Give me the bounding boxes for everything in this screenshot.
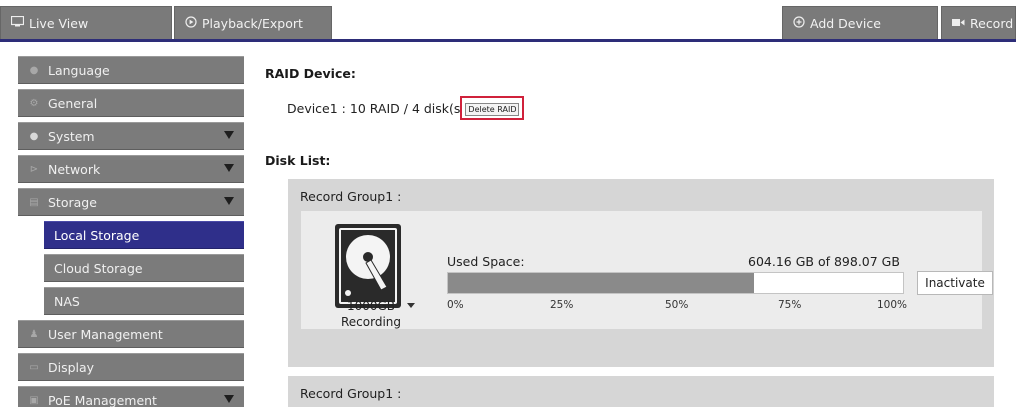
sidebar-item-label: Language	[48, 62, 110, 78]
chevron-down-icon	[224, 395, 234, 403]
sidebar-item-language[interactable]: ● Language	[18, 56, 244, 84]
sidebar-item-label: Network	[48, 161, 101, 177]
playback-export-tab[interactable]: Playback/Export	[174, 6, 332, 40]
sidebar-item-display[interactable]: ▭ Display	[18, 353, 244, 381]
disk-card: 1000GB Recording Used Space: 604.16 GB o…	[301, 211, 993, 330]
tick-label: 0%	[447, 299, 464, 311]
monitor-icon	[10, 15, 25, 30]
play-circle-icon	[185, 15, 197, 31]
sidebar-item-label: System	[48, 128, 95, 144]
delete-raid-highlight: Delete RAID	[460, 96, 525, 120]
toolbar-underline	[0, 39, 1016, 42]
raid-device-info: Device1 : 10 RAID / 4 disk(s	[287, 100, 461, 116]
top-toolbar: Live View Playback/Export Add Device Rec…	[0, 0, 1016, 42]
disk-status: Recording	[340, 315, 402, 329]
gear-icon: ⚙	[29, 97, 39, 109]
used-space-progress-bar	[447, 272, 904, 294]
record-label: Record	[970, 15, 1014, 31]
used-space-label: Used Space:	[447, 254, 525, 269]
tick-label: 100%	[877, 299, 908, 311]
sidebar-item-label: NAS	[54, 293, 80, 309]
sidebar-item-system[interactable]: ● System	[18, 122, 244, 150]
sidebar-item-local-storage[interactable]: Local Storage	[44, 221, 244, 249]
sidebar-item-poe-management[interactable]: ▣ PoE Management	[18, 386, 244, 407]
record-group-panel: Record Group1 :	[288, 376, 994, 407]
sidebar-item-network[interactable]: ⊳ Network	[18, 155, 244, 183]
record-group-panel: Record Group1 : 1000GB Recording Used Sp…	[288, 179, 994, 367]
sidebar-item-label: Local Storage	[54, 227, 140, 243]
raid-device-heading: RAID Device:	[265, 66, 356, 81]
sidebar-item-storage[interactable]: ▤ Storage	[18, 188, 244, 216]
sidebar-item-label: General	[48, 95, 98, 111]
chevron-down-icon	[224, 197, 234, 205]
playback-export-label: Playback/Export	[202, 15, 303, 31]
sidebar-item-cloud-storage[interactable]: Cloud Storage	[44, 254, 244, 282]
storage-icon: ▤	[29, 196, 39, 208]
used-space-value: 604.16 GB of 898.07 GB	[748, 254, 900, 269]
hard-disk-icon[interactable]	[334, 223, 404, 309]
poe-icon: ▣	[29, 394, 39, 406]
disk-list-heading: Disk List:	[265, 153, 331, 168]
sidebar-item-label: Display	[48, 359, 95, 375]
sidebar-item-label: PoE Management	[48, 392, 157, 407]
disk-size: 1000GB	[346, 299, 396, 313]
tick-label: 75%	[778, 299, 802, 311]
progress-ticks: 0% 25% 50% 75% 100%	[447, 299, 908, 313]
record-group-title: Record Group1 :	[300, 189, 402, 204]
display-icon: ▭	[29, 361, 39, 373]
system-icon: ●	[29, 130, 39, 142]
sidebar-item-general[interactable]: ⚙ General	[18, 89, 244, 117]
inactivate-button[interactable]: Inactivate	[917, 271, 993, 295]
chevron-down-icon	[224, 131, 234, 139]
sidebar-item-user-management[interactable]: ♟ User Management	[18, 320, 244, 348]
tick-label: 25%	[550, 299, 574, 311]
used-space-progress-fill	[448, 273, 755, 293]
add-device-label: Add Device	[810, 15, 881, 31]
sidebar-item-label: Cloud Storage	[54, 260, 143, 276]
add-device-button[interactable]: Add Device	[782, 6, 938, 40]
tick-label: 50%	[665, 299, 689, 311]
globe-icon: ●	[29, 64, 39, 76]
live-view-tab[interactable]: Live View	[0, 6, 172, 40]
network-icon: ⊳	[29, 163, 39, 175]
raid-device-line: Device1 : 10 RAID / 4 disk(s Delete RAID	[287, 96, 525, 120]
chevron-down-icon	[224, 164, 234, 172]
sidebar-item-label: Storage	[48, 194, 97, 210]
disk-label: 1000GB Recording	[321, 298, 421, 330]
record-group-title: Record Group1 :	[300, 386, 402, 401]
users-icon: ♟	[29, 328, 39, 340]
sidebar-item-label: User Management	[48, 326, 163, 342]
live-view-label: Live View	[29, 15, 89, 31]
video-camera-icon	[952, 17, 965, 30]
delete-raid-button[interactable]: Delete RAID	[465, 103, 520, 116]
add-circle-icon	[793, 15, 805, 31]
sidebar-item-nas[interactable]: NAS	[44, 287, 244, 315]
record-button[interactable]: Record	[941, 6, 1016, 40]
